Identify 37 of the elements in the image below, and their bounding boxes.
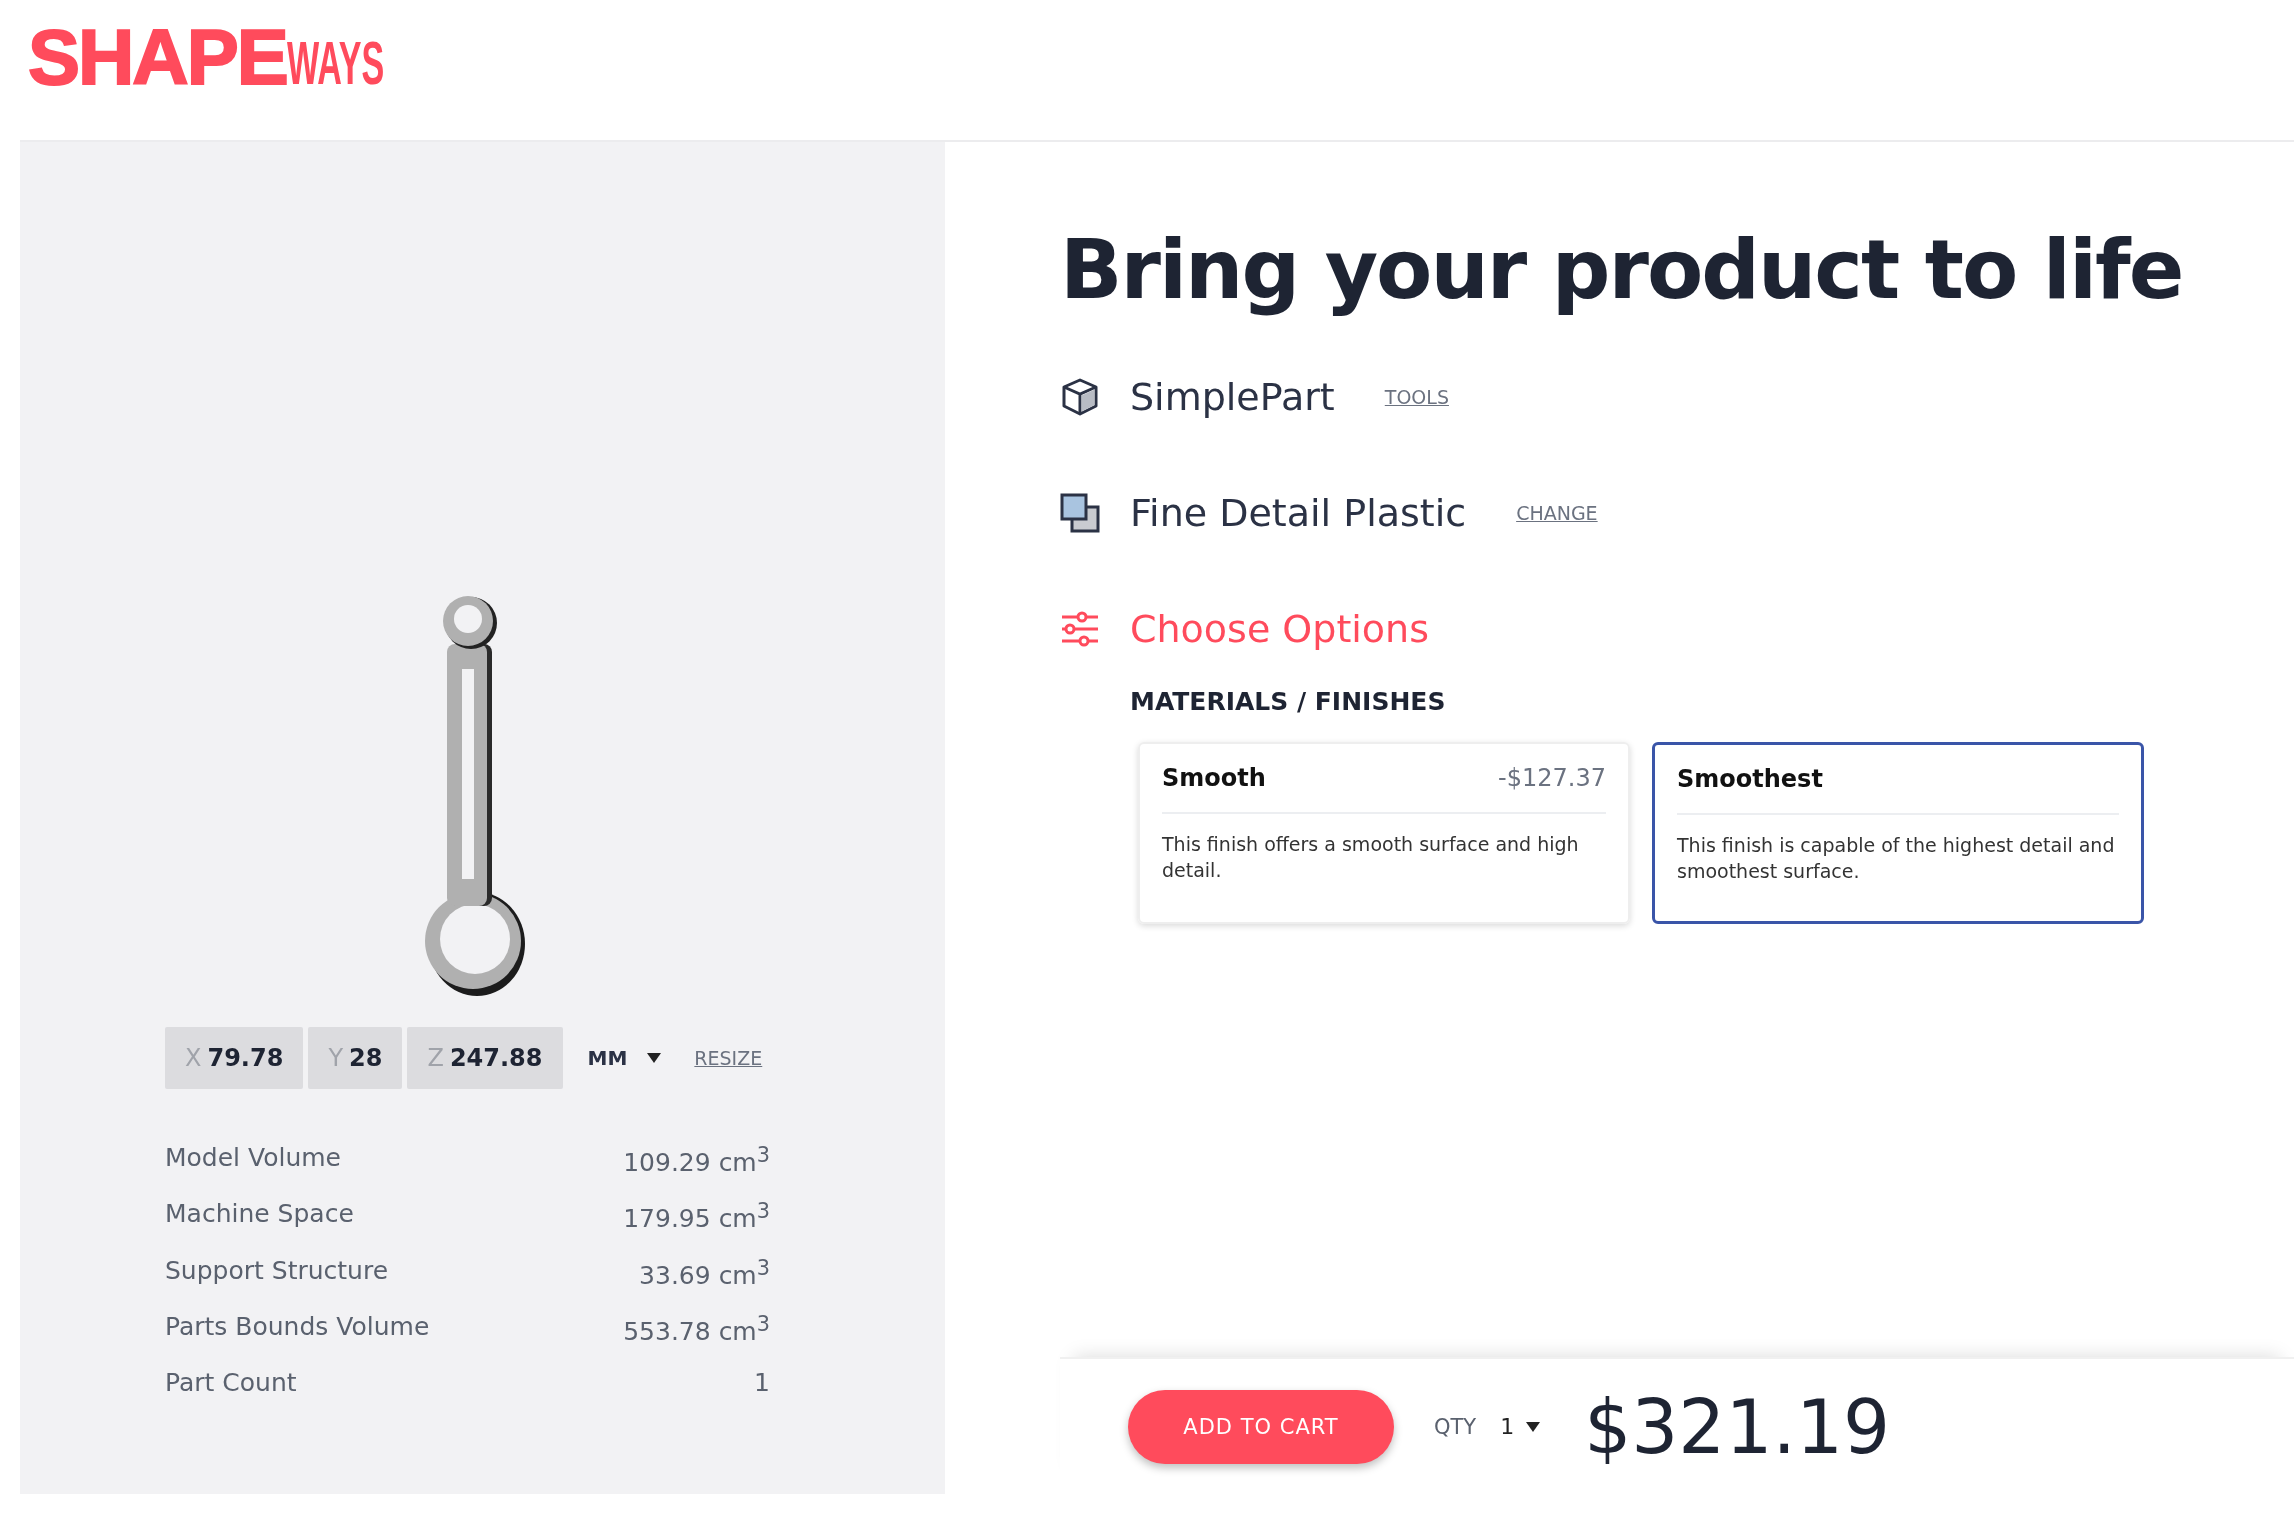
stat-label: Parts Bounds Volume (165, 1312, 430, 1343)
step-link[interactable]: CHANGE (1516, 502, 1598, 524)
unit-dropdown[interactable]: MM (583, 1042, 666, 1074)
resize-link[interactable]: RESIZE (694, 1047, 763, 1069)
dimension-field[interactable]: Y 28 (308, 1027, 403, 1089)
finish-option-card[interactable]: Smoothest This finish is capable of the highest detail and smoothest surface. (1652, 742, 2144, 924)
step-title: Choose Options (1130, 607, 1429, 651)
stat-label: Model Volume (165, 1143, 341, 1174)
step-title: SimplePart (1130, 375, 1335, 419)
finish-name: Smooth (1162, 764, 1266, 792)
finish-description: This finish is capable of the highest detail and smoothest surface. (1677, 833, 2116, 884)
step-title: Fine Detail Plastic (1130, 491, 1467, 535)
stat-value: 553.78 cm$^{3}$ (623, 1312, 770, 1347)
stat-value: 109.29 cm$^{3}$ (623, 1143, 770, 1178)
page-heading: Bring your product to life (1060, 222, 2184, 317)
stat-label: Machine Space (165, 1199, 354, 1231)
stat-label: Support Structure (165, 1255, 389, 1287)
material-icon (1060, 493, 1100, 533)
caret-icon (647, 1053, 662, 1063)
stat-value: 33.69 cm$^{3}$ (639, 1255, 770, 1290)
finish-description: This finish offers a smooth surface and high detail. (1162, 832, 1580, 883)
finish-option-card[interactable]: Smooth -$127.37 This finish offers a smooth surface and high detail. (1138, 742, 1630, 924)
dimension-field[interactable]: X 79.78 (165, 1027, 304, 1089)
section-title: MATERIALS / FINISHES (1130, 687, 1447, 716)
cube-icon (1060, 377, 1100, 417)
step-link[interactable]: TOOLS (1384, 386, 1449, 408)
caret-icon (1526, 1421, 1541, 1432)
qty-dropdown[interactable]: 1 (1496, 1410, 1545, 1443)
qty-label: QTY (1434, 1414, 1477, 1439)
finish-price: -$127.37 (1498, 764, 1606, 792)
stat-label: Part Count (165, 1368, 297, 1398)
finish-name: Smoothest (1677, 765, 1823, 793)
stat-value: 179.95 cm$^{3}$ (623, 1199, 770, 1234)
stat-value: 1 (754, 1368, 770, 1398)
dimension-field[interactable]: Z 247.88 (407, 1027, 563, 1089)
sliders-icon (1060, 609, 1100, 649)
total-price: $321.19 (1584, 1383, 1891, 1470)
